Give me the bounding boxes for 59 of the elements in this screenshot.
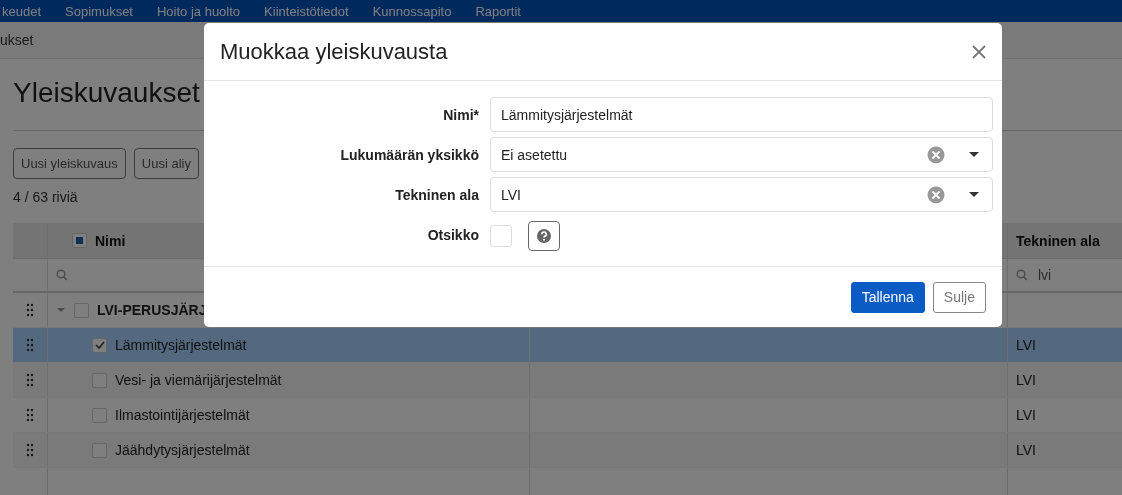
field-label: Tekninen ala xyxy=(394,186,479,203)
table-row[interactable]: Lämmitysjärjestelmät LVI xyxy=(13,328,1122,363)
nav-link[interactable]: Hoito ja huolto xyxy=(156,3,241,19)
nav-link[interactable]: keudet xyxy=(2,3,42,19)
column-header[interactable]: Nimi xyxy=(95,232,126,249)
search-icon xyxy=(1016,269,1028,281)
nav-link[interactable]: Sopimukset xyxy=(65,3,133,19)
drag-handle-icon[interactable] xyxy=(26,303,34,317)
caret-icon[interactable] xyxy=(56,305,66,315)
table-cell: LVI xyxy=(1016,372,1036,388)
row-checkbox[interactable] xyxy=(92,442,107,458)
table-cell: Ilmastointijärjestelmät xyxy=(115,407,250,423)
filter-field[interactable]: lvi xyxy=(1016,267,1052,283)
close-icon[interactable] xyxy=(971,43,987,60)
drag-handle-icon[interactable] xyxy=(26,338,34,352)
drag-handle-icon[interactable] xyxy=(26,443,34,457)
nav-link[interactable]: Kunnossapito xyxy=(372,3,452,19)
checkbox[interactable] xyxy=(490,225,512,247)
table-cell: LVI xyxy=(1016,407,1036,423)
search-icon xyxy=(56,269,68,281)
row-count: 4 / 63 riviä xyxy=(13,189,78,205)
toolbar-button[interactable]: Uusi yleiskuvaus xyxy=(13,148,126,179)
dialog-title: Muokkaa yleiskuvausta xyxy=(220,38,448,65)
table-cell: Lämmitysjärjestelmät xyxy=(115,337,247,353)
close-button[interactable]: Sulje xyxy=(932,281,986,313)
save-button[interactable]: Tallenna xyxy=(850,281,925,313)
column-header[interactable]: Tekninen ala xyxy=(1016,232,1100,249)
dropdown-caret-icon[interactable] xyxy=(969,151,979,158)
group-name: LVI-PERUSJÄRJ xyxy=(97,302,207,318)
help-button[interactable] xyxy=(528,221,560,251)
field-label: Nimi* xyxy=(442,106,479,123)
field-label: Otsikko xyxy=(426,226,479,243)
row-checkbox[interactable] xyxy=(92,337,107,353)
clear-icon[interactable] xyxy=(927,145,945,164)
select-field[interactable]: Ei asetettu xyxy=(490,137,993,172)
filter-field[interactable] xyxy=(56,269,68,281)
table-cell: LVI xyxy=(1016,442,1036,458)
name-input[interactable]: Lämmitysjärjestelmät xyxy=(490,97,993,132)
table-row[interactable]: Jäähdytysjärjestelmät LVI xyxy=(13,433,1122,468)
row-checkbox[interactable] xyxy=(92,372,107,388)
table-cell: Jäähdytysjärjestelmät xyxy=(115,442,250,458)
nav-link[interactable]: Kiinteistötiedot xyxy=(264,3,349,19)
row-checkbox[interactable] xyxy=(92,407,107,423)
clear-icon[interactable] xyxy=(927,185,945,204)
table-cell: LVI xyxy=(1016,337,1036,353)
row-checkbox[interactable] xyxy=(74,302,89,318)
table-row[interactable]: Vesi- ja viemärijärjestelmät LVI xyxy=(13,363,1122,398)
table-cell: Vesi- ja viemärijärjestelmät xyxy=(115,372,282,388)
page-title: Yleiskuvaukset xyxy=(13,76,200,110)
dropdown-caret-icon[interactable] xyxy=(969,191,979,198)
question-mark-icon xyxy=(537,229,551,243)
nav-link[interactable]: Raportit xyxy=(475,3,521,19)
drag-handle-icon[interactable] xyxy=(26,373,34,387)
field-label: Lukumäärän yksikkö xyxy=(339,146,479,163)
drag-handle-icon[interactable] xyxy=(26,408,34,422)
select-field[interactable]: LVI xyxy=(490,177,993,212)
toolbar-button[interactable]: Uusi aliy xyxy=(133,148,199,179)
breadcrumb[interactable]: ukset xyxy=(0,32,34,48)
select-all-checkbox[interactable] xyxy=(72,233,87,248)
